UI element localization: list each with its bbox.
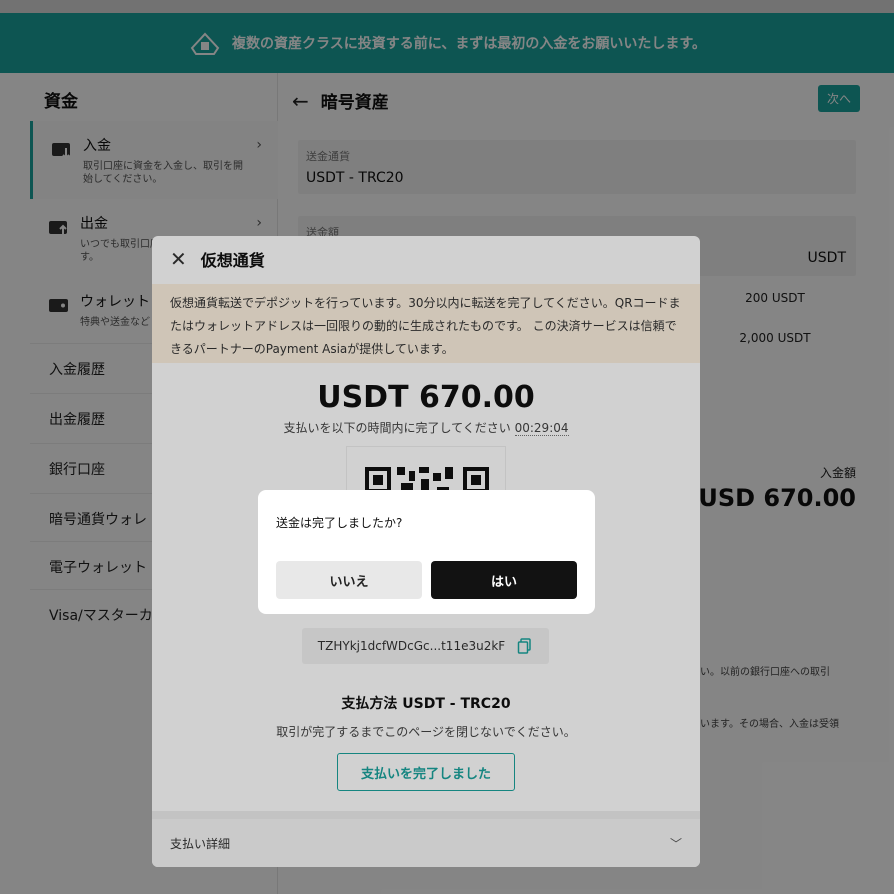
transfer-confirm-dialog: 送金は完了しましたか? いいえ はい xyxy=(258,490,595,614)
no-button[interactable]: いいえ xyxy=(276,561,422,599)
yes-button[interactable]: はい xyxy=(431,561,577,599)
confirm-question: 送金は完了しましたか? xyxy=(276,516,403,530)
confirm-backdrop[interactable] xyxy=(0,0,894,894)
